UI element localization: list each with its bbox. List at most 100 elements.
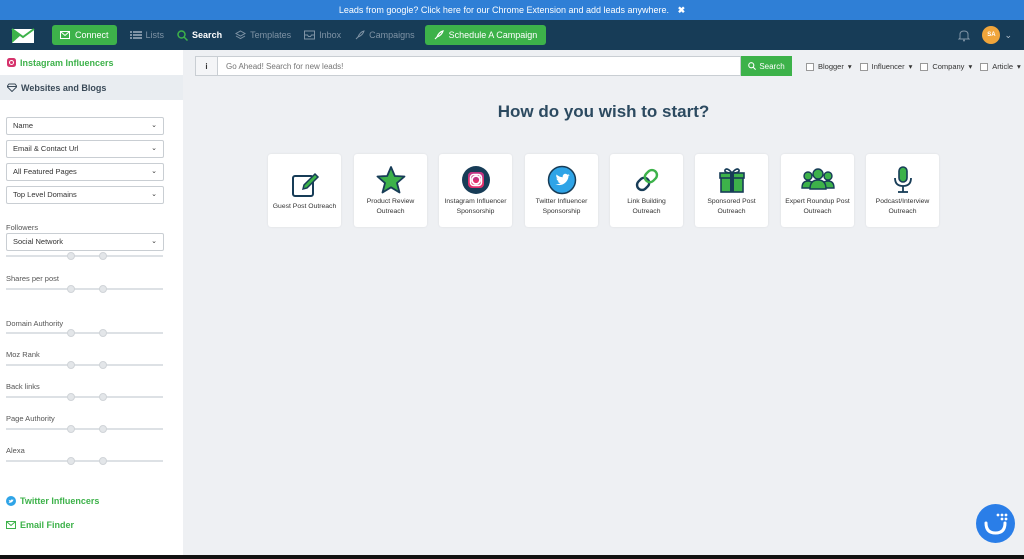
checkbox[interactable]: [920, 62, 929, 71]
link-icon: [635, 168, 658, 191]
instagram-icon: [7, 58, 16, 67]
sidebar-item-email-finder[interactable]: Email Finder: [6, 520, 74, 530]
filter-influencer[interactable]: Influencer ▾: [859, 62, 913, 71]
card-label: Instagram Influencer Sponsorship: [444, 197, 507, 215]
card-podcast[interactable]: Podcast/Interview Outreach: [866, 154, 939, 227]
card-link-building[interactable]: Link Building Outreach: [610, 154, 683, 227]
page-title: How do you wish to start?: [497, 102, 710, 121]
slider-handle-min[interactable]: [67, 285, 75, 293]
checkbox[interactable]: [859, 62, 868, 71]
card-guest-post[interactable]: Guest Post Outreach: [268, 154, 341, 227]
alexa-slider[interactable]: [6, 457, 163, 465]
card-expert-roundup[interactable]: Expert Roundup Post Outreach: [781, 154, 854, 227]
chevron-down-icon: ⌄: [151, 168, 157, 175]
chat-widget-button[interactable]: [976, 504, 1015, 543]
card-instagram[interactable]: Instagram Influencer Sponsorship: [439, 154, 512, 227]
domains-select-value: Top Level Domains: [13, 190, 77, 199]
slider-handle-max[interactable]: [99, 361, 107, 369]
user-menu[interactable]: SA ⌄: [982, 26, 1012, 44]
slider-handle-max[interactable]: [99, 393, 107, 401]
twitter-icon: [6, 496, 16, 506]
slider-handle-max[interactable]: [99, 457, 107, 465]
slider-handle-min[interactable]: [67, 252, 75, 260]
bell-icon[interactable]: [958, 29, 971, 42]
chevron-down-icon: ⌄: [151, 238, 157, 245]
close-icon[interactable]: ✖: [678, 5, 686, 15]
extension-banner[interactable]: Leads from google? Click here for our Ch…: [0, 0, 1024, 20]
slider-handle-max[interactable]: [99, 252, 107, 260]
sidebar-item-websites[interactable]: Websites and Blogs: [0, 75, 183, 100]
slider-handle-min[interactable]: [67, 425, 75, 433]
filter-label: Blogger: [818, 62, 844, 71]
email-contact-select[interactable]: Email & Contact Url ⌄: [6, 140, 164, 158]
card-label: Sponsored Post Outreach: [707, 197, 756, 215]
sidebar-item-label: Websites and Blogs: [21, 82, 107, 93]
nav-search[interactable]: Search: [177, 29, 222, 41]
checkbox[interactable]: [806, 62, 814, 71]
gift-icon: [718, 167, 745, 193]
domains-select[interactable]: Top Level Domains ⌄: [6, 186, 164, 204]
nav-inbox[interactable]: Inbox: [304, 30, 341, 40]
caret-down-icon[interactable]: ▾: [1017, 62, 1021, 71]
sidebar-item-twitter[interactable]: Twitter Influencers: [6, 496, 99, 506]
domain-authority-slider[interactable]: [6, 329, 163, 337]
social-network-select[interactable]: Social Network ⌄: [6, 233, 164, 251]
slider-handle-max[interactable]: [99, 329, 107, 337]
info-icon[interactable]: i: [195, 56, 217, 76]
chevron-down-icon[interactable]: ⌄: [1004, 30, 1012, 41]
sidebar-item-label: Twitter Influencers: [20, 496, 100, 506]
checkbox[interactable]: [980, 62, 989, 71]
featured-pages-select[interactable]: All Featured Pages ⌄: [6, 163, 164, 181]
connect-button[interactable]: Connect: [52, 25, 117, 45]
star-icon: [376, 165, 405, 193]
nav-campaigns[interactable]: Campaigns: [354, 29, 415, 41]
inbox-icon: [304, 30, 316, 40]
schedule-campaign-button[interactable]: Schedule A Campaign: [424, 25, 547, 45]
card-label: Product Review Outreach: [366, 197, 415, 215]
top-nav: Connect Lists Search Templates Inbox Cam…: [0, 20, 1024, 50]
slider-handle-max[interactable]: [99, 425, 107, 433]
card-product-review[interactable]: Product Review Outreach: [354, 154, 427, 227]
caret-down-icon[interactable]: ▾: [848, 62, 852, 71]
filter-company[interactable]: Company ▾: [920, 62, 972, 71]
envelope-icon: [60, 31, 70, 39]
nav-templates[interactable]: Templates: [235, 29, 291, 41]
alexa-label: Alexa: [6, 446, 25, 455]
slider-handle-min[interactable]: [67, 361, 75, 369]
card-label: Expert Roundup Post Outreach: [785, 197, 850, 215]
moz-rank-slider[interactable]: [6, 361, 163, 369]
followers-label: Followers: [6, 223, 39, 232]
search-button[interactable]: Search: [741, 56, 792, 76]
search-icon: [748, 62, 757, 70]
followers-slider[interactable]: [6, 252, 163, 260]
back-links-label: Back links: [6, 382, 40, 391]
slider-handle-min[interactable]: [67, 393, 75, 401]
slider-handle-max[interactable]: [99, 285, 107, 293]
sidebar-item-instagram[interactable]: Instagram Influencers: [0, 50, 183, 75]
page-authority-slider[interactable]: [6, 425, 163, 433]
back-links-slider[interactable]: [6, 393, 163, 401]
caret-down-icon[interactable]: ▾: [909, 62, 913, 71]
avatar[interactable]: SA: [982, 26, 1001, 44]
slider-handle-min[interactable]: [67, 329, 75, 337]
filter-article[interactable]: Article ▾: [980, 62, 1021, 71]
card-label: Twitter Influencer Sponsorship: [535, 197, 588, 215]
chevron-down-icon: ⌄: [151, 122, 157, 129]
banner-text[interactable]: Leads from google? Click here for our Ch…: [339, 5, 669, 15]
shares-per-post-slider[interactable]: [6, 285, 163, 293]
card-label: Guest Post Outreach: [272, 202, 337, 210]
name-select-value: Name: [13, 121, 34, 130]
nav-lists[interactable]: Lists: [129, 30, 164, 40]
nav-inbox-label: Inbox: [319, 30, 342, 40]
slider-handle-min[interactable]: [67, 457, 75, 465]
search-input[interactable]: [217, 56, 741, 76]
filter-blogger[interactable]: Blogger ▾: [806, 62, 852, 71]
filter-label: Article: [992, 62, 1014, 71]
schedule-campaign-label: Schedule A Campaign: [448, 30, 538, 40]
card-sponsored-post[interactable]: Sponsored Post Outreach: [695, 154, 768, 227]
sidebar-item-label: Email Finder: [20, 520, 75, 530]
name-select[interactable]: Name ⌄: [6, 117, 164, 135]
app-logo[interactable]: [0, 20, 46, 50]
card-twitter[interactable]: Twitter Influencer Sponsorship: [525, 154, 598, 227]
caret-down-icon[interactable]: ▾: [968, 62, 972, 71]
